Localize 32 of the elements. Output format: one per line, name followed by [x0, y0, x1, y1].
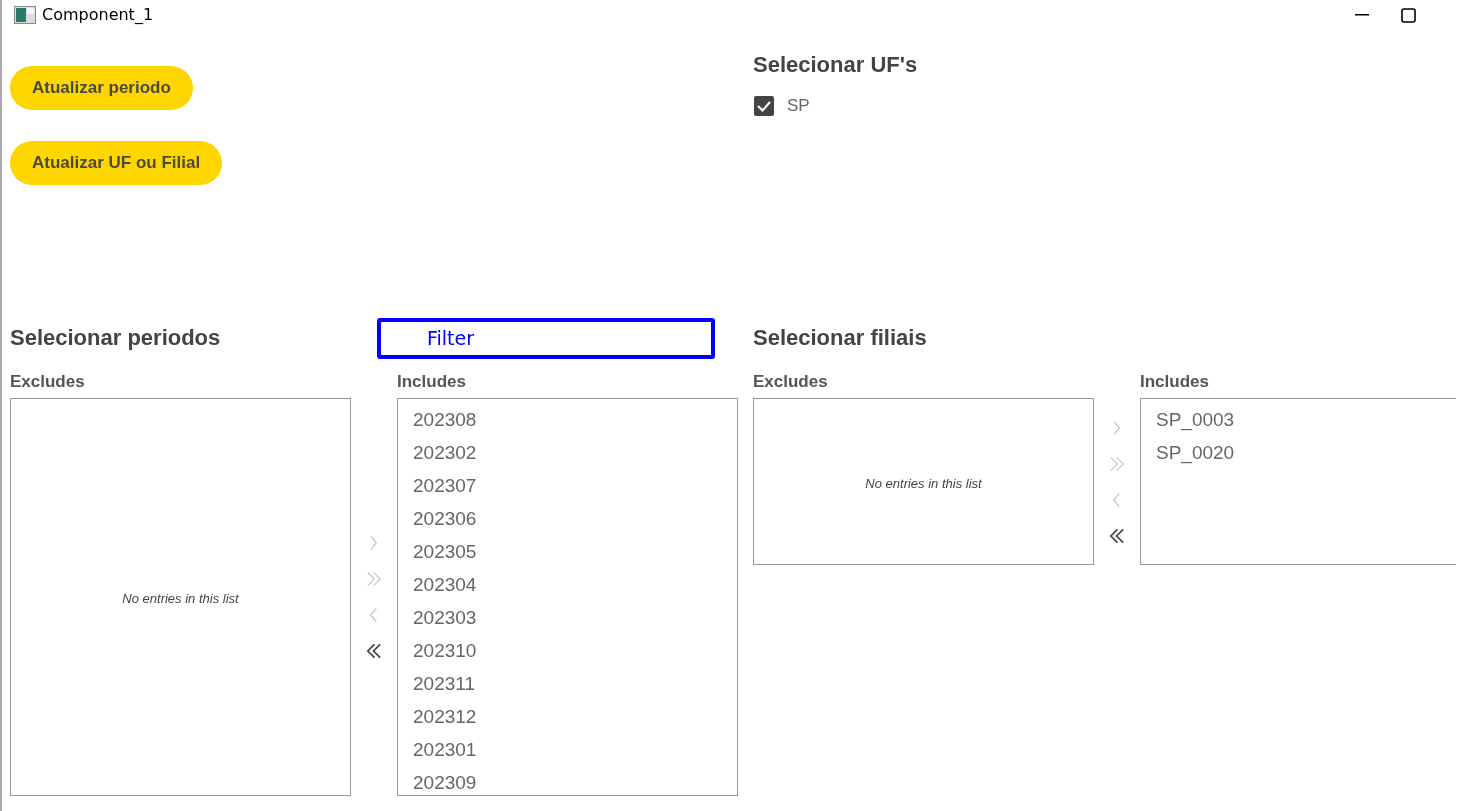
- list-item[interactable]: 202312: [398, 700, 737, 733]
- list-item[interactable]: SP_0020: [1141, 436, 1456, 469]
- checkbox[interactable]: [753, 95, 775, 118]
- list-item[interactable]: 202310: [398, 634, 737, 667]
- section-heading: Selecionar filiais: [753, 324, 928, 352]
- list-item[interactable]: 202301: [398, 733, 737, 766]
- list-item[interactable]: SP_0003: [1141, 403, 1456, 436]
- list-item[interactable]: 202304: [398, 568, 737, 601]
- list-label: Excludes: [10, 371, 86, 389]
- list-item[interactable]: 202303: [398, 601, 737, 634]
- checkbox-label: SP: [787, 95, 810, 118]
- section-heading: Selecionar periodos: [10, 324, 222, 352]
- empty-message: No entries in this list: [865, 474, 982, 493]
- list-label: Excludes: [753, 371, 829, 389]
- list-item[interactable]: 202302: [398, 436, 737, 469]
- list-item[interactable]: 202306: [398, 502, 737, 535]
- list-label: Includes: [397, 371, 467, 389]
- minimize-icon: [1355, 14, 1369, 16]
- empty-message: No entries in this list: [122, 590, 239, 609]
- list-item[interactable]: 202305: [398, 535, 737, 568]
- filter-field[interactable]: Filter: [377, 317, 715, 359]
- list-item[interactable]: 202309: [398, 766, 737, 799]
- section-heading: Selecionar UF's: [753, 52, 919, 79]
- list-item[interactable]: 202307: [398, 469, 737, 502]
- list-label: Includes: [1140, 371, 1210, 389]
- update-button[interactable]: Atualizar UF ou Filial: [10, 141, 223, 185]
- maximize-icon: [1400, 7, 1416, 23]
- update-button[interactable]: Atualizar periodo: [10, 66, 193, 110]
- app-icon: [14, 6, 36, 24]
- window-title: Component_1: [42, 4, 154, 26]
- list-item[interactable]: 202311: [398, 667, 737, 700]
- list-item[interactable]: 202308: [398, 403, 737, 436]
